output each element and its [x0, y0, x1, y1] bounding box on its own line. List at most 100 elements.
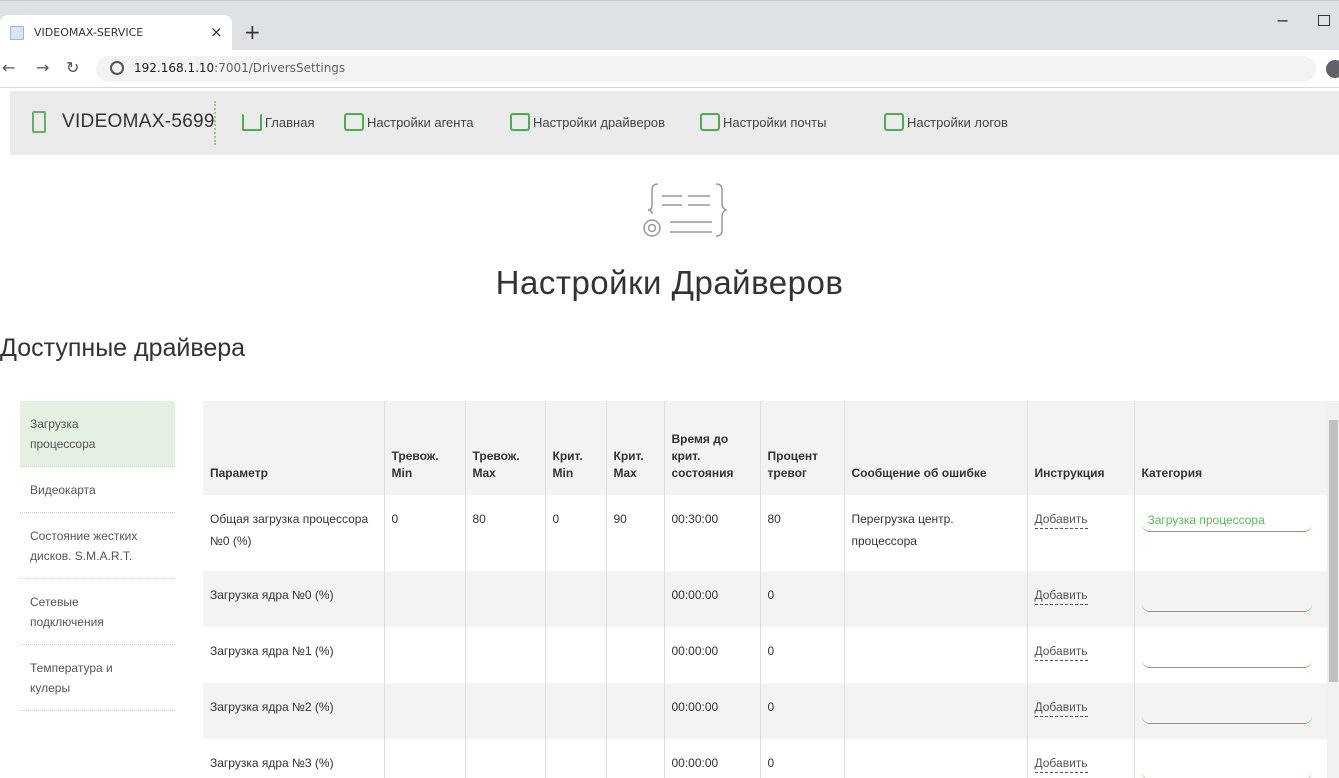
col-header-alarm-pct[interactable]: Процент тревог [759, 401, 844, 495]
cell-time-to-crit[interactable]: 00:00:00 [663, 683, 760, 739]
category-input[interactable] [1141, 756, 1312, 778]
cell-warn-min[interactable] [383, 683, 465, 739]
cell-alarm-pct[interactable]: 0 [759, 683, 844, 739]
add-instruction-link[interactable]: Добавить [1034, 756, 1088, 773]
cell-category [1133, 683, 1327, 739]
cell-time-to-crit[interactable]: 00:30:00 [663, 495, 760, 571]
brand[interactable]: VIDEOMAX-5699 [32, 111, 215, 133]
cell-error-msg[interactable] [843, 683, 1027, 739]
col-header-instruction[interactable]: Инструкция [1026, 401, 1134, 495]
sidebar-item-video-card[interactable]: Видеокарта [20, 467, 175, 513]
sidebar-item-cpu-load[interactable]: Загрузка процессора [20, 401, 175, 467]
cell-crit-max[interactable] [605, 739, 664, 778]
table-scrollbar-thumb[interactable] [1329, 420, 1338, 682]
site-info-icon[interactable] [110, 61, 124, 75]
col-header-warn-min[interactable]: Тревож. Min [383, 401, 465, 495]
category-input[interactable] [1141, 700, 1312, 724]
table-row[interactable]: Загрузка ядра №1 (%) 00:00:00 0 Добавить [203, 627, 1327, 683]
url-input[interactable]: 192.168.1.10:7001/DriversSettings [96, 56, 1316, 82]
category-input[interactable] [1141, 588, 1312, 612]
cell-category [1133, 627, 1327, 683]
reload-icon[interactable]: ↻ [66, 58, 79, 77]
col-header-error-msg[interactable]: Сообщение об ошибке [843, 401, 1027, 495]
cell-category [1133, 571, 1327, 627]
cell-crit-min[interactable] [544, 739, 606, 778]
nav-agent-settings[interactable]: Настройки агента [344, 113, 474, 131]
browser-tab[interactable]: VIDEOMAX-SERVICE × [0, 15, 232, 51]
col-header-category[interactable]: Категория [1133, 401, 1327, 495]
cell-instruction: Добавить [1026, 739, 1134, 778]
add-instruction-link[interactable]: Добавить [1034, 512, 1088, 529]
url-path: :7001/DriversSettings [214, 61, 346, 75]
back-arrow-icon[interactable]: ← [2, 58, 15, 77]
cell-time-to-crit[interactable]: 00:00:00 [663, 739, 760, 778]
cell-warn-min[interactable] [383, 571, 465, 627]
close-tab-icon[interactable]: × [210, 23, 223, 41]
category-input[interactable] [1141, 508, 1312, 532]
cell-alarm-pct[interactable]: 0 [759, 627, 844, 683]
cell-crit-min[interactable] [544, 683, 606, 739]
cell-crit-max[interactable] [605, 571, 664, 627]
cell-time-to-crit[interactable]: 00:00:00 [663, 627, 760, 683]
category-input[interactable] [1141, 644, 1312, 668]
cell-crit-min[interactable]: 0 [544, 495, 606, 571]
col-header-warn-max[interactable]: Тревож. Max [464, 401, 545, 495]
add-instruction-link[interactable]: Добавить [1034, 588, 1088, 605]
cell-category [1133, 495, 1327, 571]
cell-warn-min[interactable]: 0 [383, 495, 465, 571]
cell-crit-min[interactable] [544, 627, 606, 683]
cell-warn-min[interactable] [383, 627, 465, 683]
col-header-crit-max[interactable]: Крит. Max [605, 401, 664, 495]
url-text: 192.168.1.10:7001/DriversSettings [134, 61, 345, 75]
nav-mail-settings[interactable]: Настройки почты [700, 113, 826, 131]
table-row[interactable]: Общая загрузка процессора №0 (%) 0 80 0 … [203, 495, 1327, 571]
table-row[interactable]: Загрузка ядра №3 (%) 00:00:00 0 Добавить [203, 739, 1327, 778]
sidebar-item-temperature[interactable]: Температура и кулеры [20, 645, 175, 711]
nav-log-settings[interactable]: Настройки логов [884, 113, 1008, 131]
nav-divider [214, 101, 216, 145]
col-header-param[interactable]: Параметр [203, 401, 384, 495]
cell-crit-max[interactable]: 90 [605, 495, 664, 571]
nav-driver-settings-label: Настройки драйверов [533, 115, 666, 130]
cell-crit-max[interactable] [605, 627, 664, 683]
cell-error-msg[interactable] [843, 739, 1027, 778]
maximize-window-button[interactable] [1318, 15, 1330, 26]
cell-alarm-pct[interactable]: 0 [759, 739, 844, 778]
cell-warn-max[interactable] [464, 627, 545, 683]
table-row[interactable]: Загрузка ядра №2 (%) 00:00:00 0 Добавить [203, 683, 1327, 739]
nav-home[interactable]: Главная [242, 113, 314, 131]
cell-error-msg[interactable] [843, 571, 1027, 627]
page-favicon-icon [10, 26, 24, 40]
cell-error-msg[interactable] [843, 627, 1027, 683]
cell-warn-max[interactable] [464, 683, 545, 739]
cell-crit-max[interactable] [605, 683, 664, 739]
cell-param: Загрузка ядра №0 (%) [203, 571, 384, 627]
col-header-crit-min[interactable]: Крит. Min [544, 401, 606, 495]
cell-time-to-crit[interactable]: 00:00:00 [663, 571, 760, 627]
add-instruction-link[interactable]: Добавить [1034, 700, 1088, 717]
col-header-time-to-crit[interactable]: Время до крит. состояния [663, 401, 760, 495]
url-host: 192.168.1.10 [134, 61, 215, 75]
server-icon [32, 111, 46, 133]
cell-warn-min[interactable] [383, 739, 465, 778]
driver-settings-large-icon [643, 183, 728, 237]
cell-warn-max[interactable] [464, 739, 545, 778]
minimize-window-button[interactable]: − [1276, 11, 1289, 30]
driver-settings-icon [510, 113, 530, 131]
cell-warn-max[interactable] [464, 571, 545, 627]
cell-warn-max[interactable]: 80 [464, 495, 545, 571]
nav-driver-settings[interactable]: Настройки драйверов [510, 113, 665, 131]
sidebar-item-disk-smart[interactable]: Состояние жестких дисков. S.M.A.R.T. [20, 513, 175, 579]
cell-crit-min[interactable] [544, 571, 606, 627]
page-title: Настройки Драйверов [495, 264, 844, 301]
cell-param: Загрузка ядра №2 (%) [203, 683, 384, 739]
profile-avatar-icon[interactable] [1326, 60, 1339, 78]
cell-error-msg[interactable]: Перегрузка центр. процессора [843, 495, 1027, 571]
cell-alarm-pct[interactable]: 0 [759, 571, 844, 627]
sidebar-item-network[interactable]: Сетевые подключения [20, 579, 175, 645]
table-row[interactable]: Загрузка ядра №0 (%) 00:00:00 0 Добавить [203, 571, 1327, 627]
add-instruction-link[interactable]: Добавить [1034, 644, 1088, 661]
forward-arrow-icon[interactable]: → [36, 58, 49, 77]
cell-alarm-pct[interactable]: 80 [759, 495, 844, 571]
new-tab-button[interactable]: + [244, 20, 261, 44]
